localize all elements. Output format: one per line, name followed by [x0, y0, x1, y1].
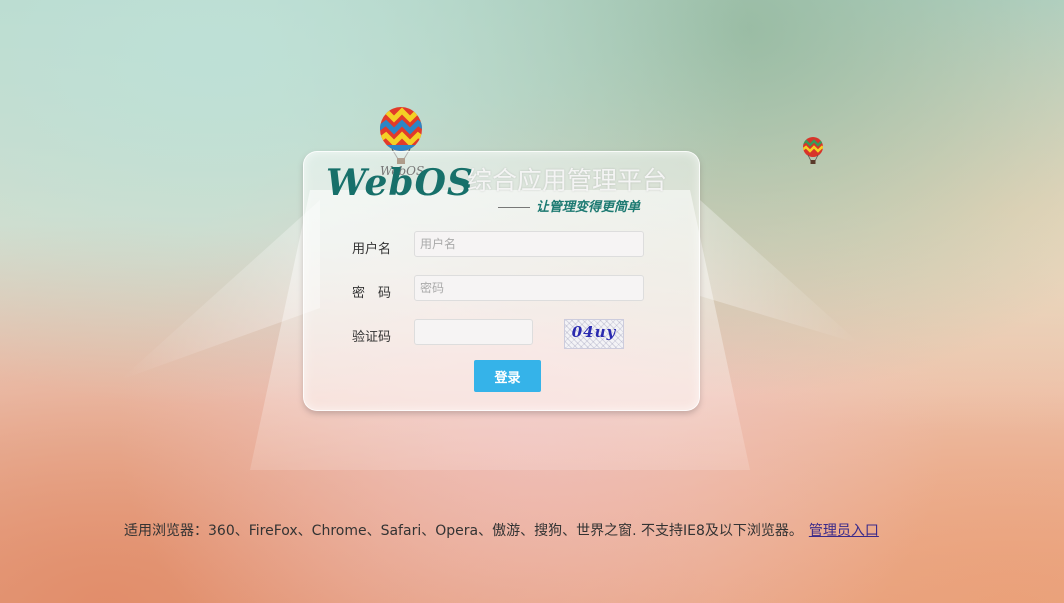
- username-input[interactable]: [414, 231, 644, 257]
- admin-entry-link[interactable]: 管理员入口: [809, 523, 879, 539]
- password-label: 密 码: [352, 286, 392, 301]
- supported-browsers-text: 适用浏览器：360、FireFox、Chrome、Safari、Opera、傲游…: [124, 523, 803, 539]
- username-label: 用户名: [352, 242, 392, 257]
- hot-air-balloon-small-icon: [803, 137, 823, 164]
- captcha-label: 验证码: [352, 330, 392, 345]
- login-panel: WebOS WebOS 综合应用管理平台 让管理变得更简单 用户名 密 码 验证…: [303, 151, 700, 411]
- captcha-input[interactable]: [414, 319, 533, 345]
- captcha-image[interactable]: 04uy: [564, 319, 624, 349]
- light-beam-right-decoration: [700, 200, 860, 344]
- webos-logo: WebOS: [326, 162, 474, 204]
- slogan-dash: [498, 207, 530, 208]
- password-input[interactable]: [414, 275, 644, 301]
- slogan: 让管理变得更简单: [498, 196, 640, 215]
- footer: 适用浏览器：360、FireFox、Chrome、Safari、Opera、傲游…: [124, 520, 879, 540]
- page-title: 综合应用管理平台: [467, 166, 668, 195]
- slogan-text: 让管理变得更简单: [536, 200, 641, 215]
- login-button[interactable]: 登录: [474, 360, 541, 392]
